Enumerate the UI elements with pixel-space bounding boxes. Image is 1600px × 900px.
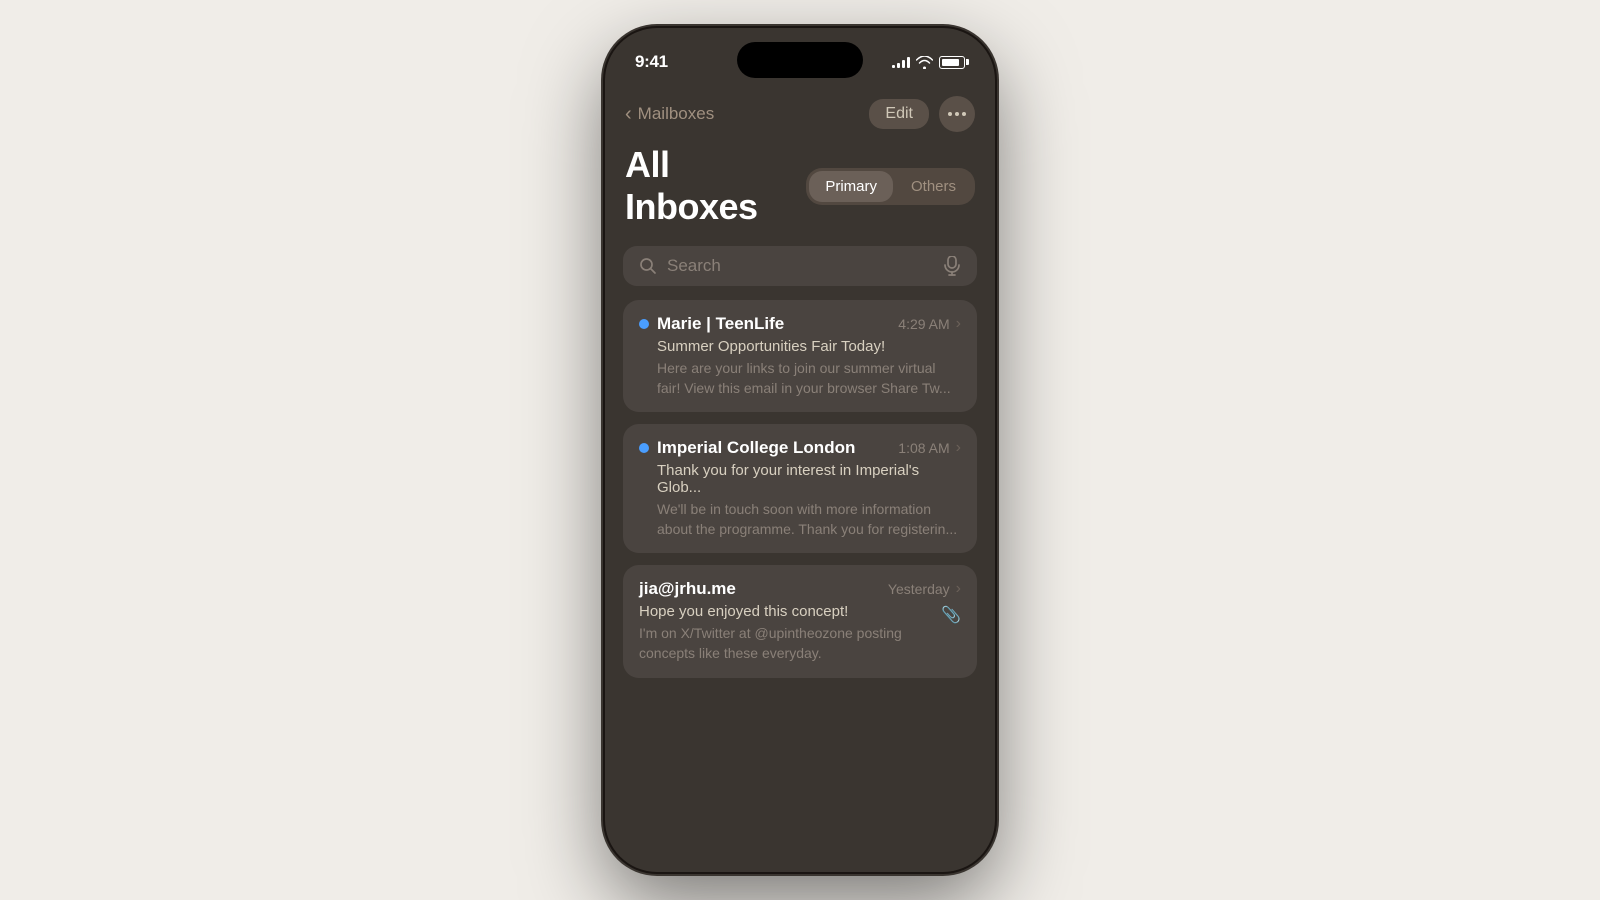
segment-control: Primary Others — [806, 168, 975, 205]
email-time: Yesterday — [888, 581, 950, 597]
email-time: 4:29 AM — [898, 316, 949, 332]
email-preview: I'm on X/Twitter at @upintheozone postin… — [639, 624, 933, 663]
email-time: 1:08 AM — [898, 440, 949, 456]
email-subject: Thank you for your interest in Imperial'… — [639, 462, 961, 496]
email-sender-row: jia@jrhu.me — [639, 579, 736, 599]
search-bar[interactable]: Search — [623, 246, 977, 286]
email-sender-row: Imperial College London — [639, 438, 855, 458]
email-header: Marie | TeenLife 4:29 AM › — [639, 314, 961, 334]
email-item[interactable]: jia@jrhu.me Yesterday › Hope you enjoyed… — [623, 565, 977, 677]
email-time-row: 4:29 AM › — [898, 315, 961, 333]
page-title: All Inboxes — [625, 144, 806, 228]
email-subject: Summer Opportunities Fair Today! — [639, 338, 961, 355]
email-header: jia@jrhu.me Yesterday › — [639, 579, 961, 599]
email-sender: Marie | TeenLife — [657, 314, 784, 334]
chevron-right-icon: › — [956, 439, 961, 457]
chevron-right-icon: › — [956, 315, 961, 333]
unread-dot — [639, 443, 649, 453]
email-preview: We'll be in touch soon with more informa… — [639, 500, 961, 539]
dynamic-island — [737, 42, 863, 78]
signal-icon — [892, 56, 910, 68]
phone-frame: 9:41 — [605, 28, 995, 872]
battery-icon — [939, 56, 965, 69]
status-icons — [892, 56, 965, 69]
back-button[interactable]: ‹ Mailboxes — [625, 103, 714, 126]
email-preview: Here are your links to join our summer v… — [639, 359, 961, 398]
unread-dot — [639, 319, 649, 329]
email-item[interactable]: Imperial College London 1:08 AM › Thank … — [623, 424, 977, 553]
email-header: Imperial College London 1:08 AM › — [639, 438, 961, 458]
email-time-row: Yesterday › — [888, 580, 961, 598]
mic-icon — [943, 256, 961, 276]
phone-screen: 9:41 — [605, 28, 995, 872]
main-content: All Inboxes Primary Others Search — [605, 144, 995, 678]
email-subject: Hope you enjoyed this concept! — [639, 603, 933, 620]
wifi-icon — [916, 56, 933, 69]
edit-button[interactable]: Edit — [869, 99, 929, 129]
title-row: All Inboxes Primary Others — [623, 144, 977, 228]
nav-bar: ‹ Mailboxes Edit — [605, 88, 995, 144]
back-chevron-icon: ‹ — [625, 103, 632, 126]
status-time: 9:41 — [635, 52, 668, 72]
more-dots-icon — [948, 112, 966, 116]
more-button[interactable] — [939, 96, 975, 132]
attachment-icon: 📎 — [941, 605, 961, 625]
back-label: Mailboxes — [638, 104, 715, 124]
search-placeholder: Search — [667, 256, 933, 276]
email-sender: Imperial College London — [657, 438, 855, 458]
segment-others[interactable]: Others — [895, 171, 972, 202]
email-sender-row: Marie | TeenLife — [639, 314, 784, 334]
segment-primary[interactable]: Primary — [809, 171, 893, 202]
email-item[interactable]: Marie | TeenLife 4:29 AM › Summer Opport… — [623, 300, 977, 412]
nav-actions: Edit — [869, 96, 975, 132]
chevron-right-icon: › — [956, 580, 961, 598]
search-icon — [639, 257, 657, 275]
email-time-row: 1:08 AM › — [898, 439, 961, 457]
email-sender: jia@jrhu.me — [639, 579, 736, 599]
